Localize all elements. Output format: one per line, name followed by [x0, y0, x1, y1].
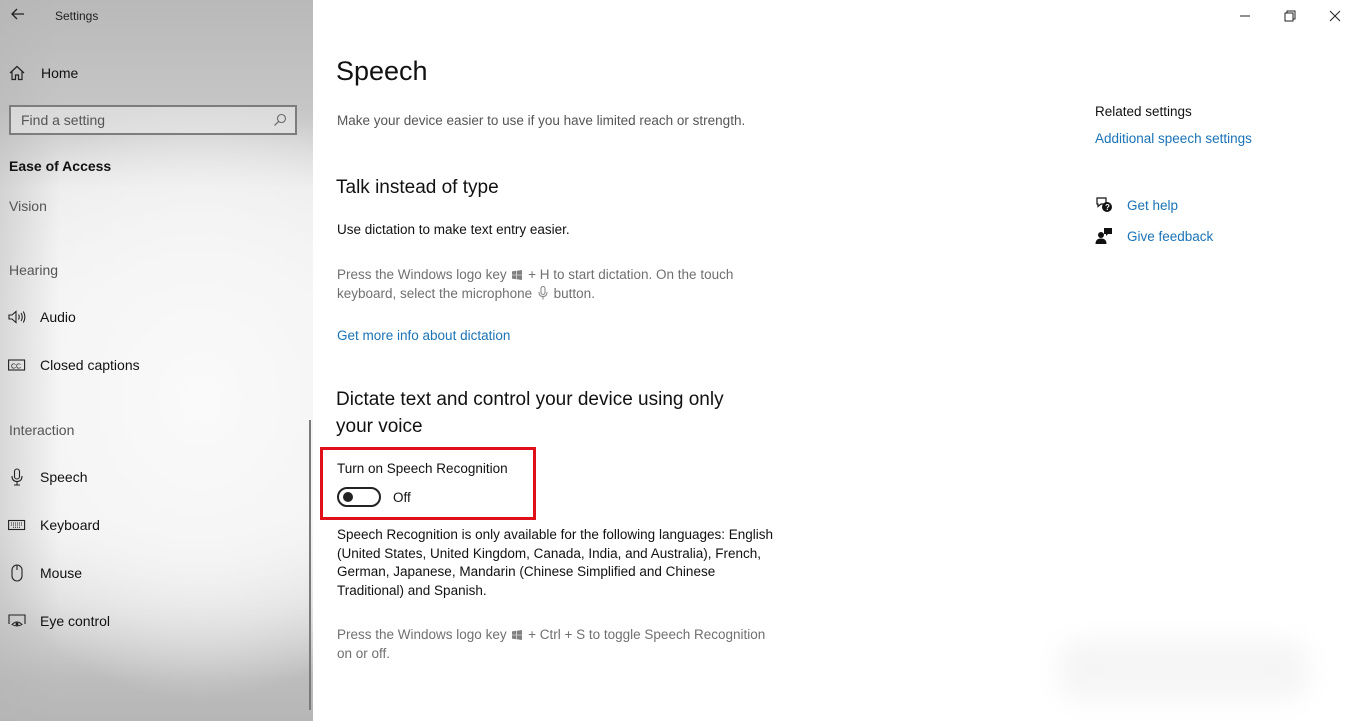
languages-text: Speech Recognition is only available for… [337, 526, 773, 600]
highlight-annotation-box [320, 447, 536, 520]
text-line: German, Japanese, Mandarin (Chinese Simp… [337, 564, 716, 579]
close-icon [1329, 10, 1341, 22]
group-title-vision: Vision [9, 198, 47, 214]
background-smudge [1058, 640, 1308, 700]
hint-text: on or off. [337, 645, 391, 661]
closed-captions-icon: CC [8, 356, 26, 374]
speaker-icon [8, 308, 26, 326]
dictation-hint: Press the Windows logo key + H to start … [337, 266, 733, 303]
get-help-label: Get help [1127, 197, 1179, 213]
sidebar-item-closed-captions[interactable]: CC Closed captions [8, 354, 140, 376]
sidebar-item-label: Mouse [40, 565, 83, 581]
talk-section-intro: Use dictation to make text entry easier. [337, 222, 570, 237]
svg-text:CC: CC [11, 363, 21, 370]
get-help-link[interactable]: ? Get help [1095, 195, 1178, 215]
close-button[interactable] [1312, 0, 1356, 32]
text-line: (United States, United Kingdom, Canada, … [337, 545, 761, 561]
hint-text: Press the Windows logo key [337, 267, 507, 282]
dictate-section-heading: Dictate text and control your device usi… [336, 386, 724, 440]
sidebar-item-label: Eye control [40, 613, 111, 629]
mouse-icon [8, 564, 26, 582]
windows-logo-icon [512, 270, 523, 280]
dictation-info-link[interactable]: Get more info about dictation [337, 328, 510, 343]
search-icon[interactable] [272, 112, 288, 128]
speech-recognition-toggle-label: Turn on Speech Recognition [337, 461, 508, 476]
main-content: Speech Make your device easier to use if… [313, 0, 1356, 721]
svg-text:?: ? [1105, 203, 1110, 212]
sidebar-item-mouse[interactable]: Mouse [8, 562, 82, 584]
keyboard-icon [8, 516, 26, 534]
restore-icon [1284, 10, 1296, 22]
sidebar: Settings Home Ease of Access Vision Hear… [0, 0, 313, 721]
hint-text: keyboard, select the microphone [337, 285, 533, 301]
additional-speech-settings-link[interactable]: Additional speech settings [1095, 131, 1252, 146]
group-title-interaction: Interaction [9, 422, 75, 438]
microphone-icon [8, 468, 26, 486]
page-description: Make your device easier to use if you ha… [337, 113, 746, 128]
sidebar-item-speech[interactable]: Speech [8, 466, 87, 488]
toggle-state-label: Off [393, 490, 411, 505]
section-title: Ease of Access [9, 158, 112, 174]
eye-control-icon [8, 612, 26, 630]
sidebar-item-label: Closed captions [40, 357, 140, 373]
give-feedback-icon [1095, 227, 1113, 245]
hint-text: + Ctrl + S to toggle Speech Recognition [528, 627, 766, 642]
sidebar-item-home[interactable]: Home [8, 62, 78, 84]
text-line: Traditional) and Spanish. [337, 582, 487, 598]
group-title-hearing: Hearing [9, 262, 59, 278]
page-title: Speech [336, 56, 428, 86]
sidebar-item-label: Audio [40, 309, 76, 325]
home-icon [8, 64, 26, 82]
sidebar-scrollbar[interactable] [309, 420, 311, 710]
minimize-icon [1240, 15, 1250, 17]
speech-recognition-toggle[interactable] [337, 487, 381, 507]
search-box[interactable] [9, 105, 297, 135]
heading-line: Dictate text and control your device usi… [336, 389, 724, 410]
back-arrow-icon [11, 8, 24, 20]
give-feedback-link[interactable]: Give feedback [1095, 226, 1213, 246]
text-line: Speech Recognition is only available for… [337, 527, 774, 542]
minimize-button[interactable] [1222, 0, 1268, 32]
back-button[interactable] [8, 6, 28, 26]
search-input[interactable] [21, 112, 261, 128]
app-title: Settings [55, 9, 99, 23]
heading-line: your voice [336, 416, 423, 437]
restore-button[interactable] [1267, 0, 1313, 32]
related-settings-title: Related settings [1095, 104, 1192, 119]
speech-recognition-shortcut-hint: Press the Windows logo key + Ctrl + S to… [337, 626, 765, 663]
hint-text: + H to start dictation. On the touch [528, 267, 734, 282]
toggle-knob [343, 492, 353, 502]
sidebar-item-label: Home [41, 65, 79, 81]
get-help-icon: ? [1095, 196, 1113, 214]
sidebar-item-keyboard[interactable]: Keyboard [8, 514, 100, 536]
microphone-icon [538, 285, 548, 299]
sidebar-item-label: Keyboard [40, 517, 100, 533]
hint-text: button. [553, 285, 595, 301]
windows-logo-icon [512, 630, 523, 640]
sidebar-item-label: Speech [40, 469, 88, 485]
sidebar-item-eye-control[interactable]: Eye control [8, 610, 110, 632]
hint-text: Press the Windows logo key [337, 627, 507, 642]
talk-section-heading: Talk instead of type [336, 177, 499, 198]
sidebar-item-audio[interactable]: Audio [8, 306, 76, 328]
give-feedback-label: Give feedback [1127, 228, 1214, 244]
